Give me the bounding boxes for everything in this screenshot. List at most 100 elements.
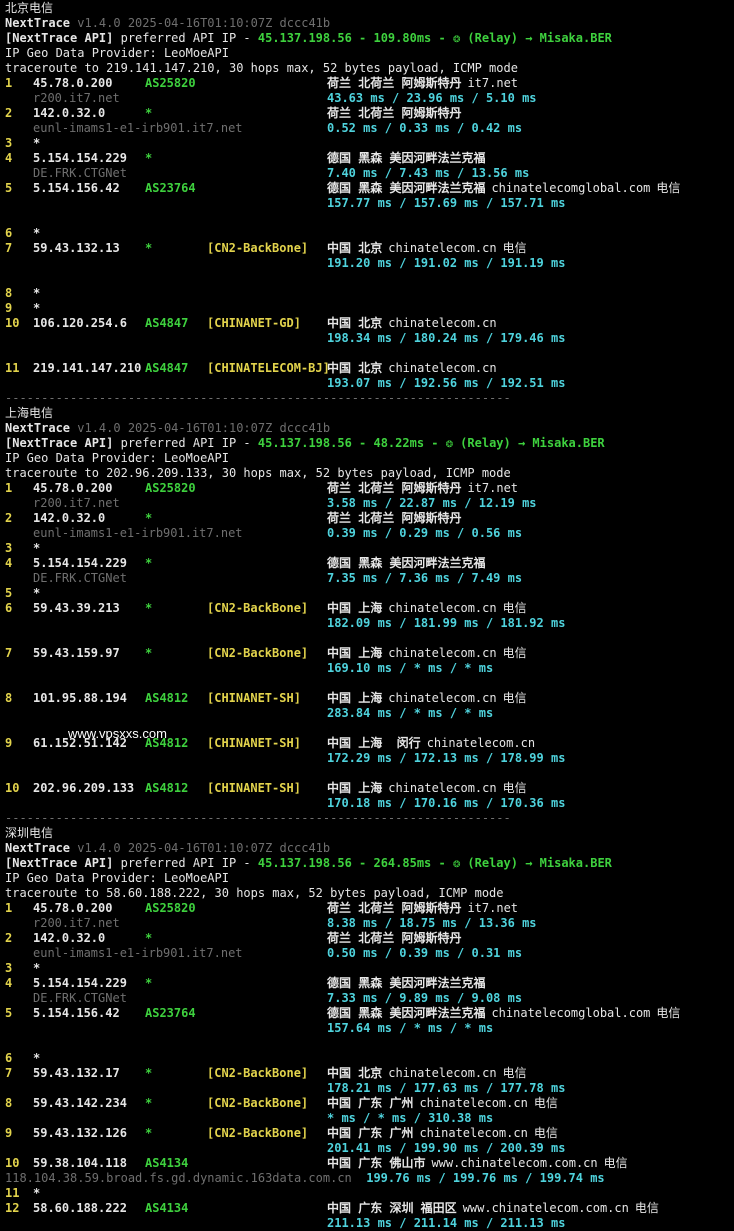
hop-asn: AS4847 (145, 361, 189, 375)
hop-geo: 荷兰 北荷兰 阿姆斯特丹 (327, 901, 462, 915)
hop-detail-row: 178.21 ms / 177.63 ms / 177.78 ms (5, 1081, 734, 1096)
hop-timeout: * (33, 1186, 41, 1200)
hop-carrier: 电信 (656, 181, 681, 195)
version-line: NextTrace v1.4.0 2025-04-16T01:10:07Z dc… (5, 841, 734, 856)
hop-tag: [CN2-BackBone] (207, 646, 309, 660)
hop-domain: chinatelecomglobal.com (491, 181, 651, 195)
hop-latency: 7.40 ms / 7.43 ms / 13.56 ms (327, 166, 530, 180)
hop-number: 3 (5, 541, 13, 555)
hop-latency: 201.41 ms / 199.90 ms / 200.39 ms (327, 1141, 566, 1155)
version-line: NextTrace v1.4.0 2025-04-16T01:10:07Z dc… (5, 421, 734, 436)
traceroute-line: traceroute to 219.141.147.210, 30 hops m… (5, 61, 734, 76)
hop-latency: 199.76 ms / 199.76 ms / 199.74 ms (366, 1171, 605, 1185)
hop-row: 12 58.60.188.222 AS4134 中国 广东 深圳 福田区 www.ch… (5, 1201, 734, 1216)
hop-tag: [CHINANET-SH] (207, 736, 301, 750)
hop-latency: 8.38 ms / 18.75 ms / 13.36 ms (327, 916, 537, 930)
hop-number: 8 (5, 286, 13, 300)
hop-number: 8 (5, 691, 13, 705)
hop-rdns: 118.104.38.59.broad.fs.gd.dynamic.163dat… (5, 1171, 367, 1185)
hop-timeout: * (33, 226, 41, 240)
hop-rdns: r200.it7.net (33, 916, 120, 930)
hop-number: 9 (5, 301, 13, 315)
hop-tag: [CN2-BackBone] (207, 1096, 309, 1110)
relay-text: ❂ (Relay) → Misaka.BER (452, 31, 612, 45)
section-title: 上海电信 (5, 406, 734, 421)
hop-latency: 283.84 ms / * ms / * ms (327, 706, 494, 720)
api-label: [NextTrace API] (5, 436, 114, 450)
hop-rdns: r200.it7.net (33, 91, 120, 105)
hop-number: 2 (5, 511, 13, 525)
hop-carrier: 电信 (533, 1126, 558, 1140)
hop-detail-row: eunl-imams1-e1-irb901.it7.net 0.50 ms / 0… (5, 946, 734, 961)
hop-latency: 43.63 ms / 23.96 ms / 5.10 ms (327, 91, 537, 105)
hop-carrier: 电信 (502, 691, 527, 705)
hop-domain: it7.net (467, 76, 519, 90)
hop-tag: [CHINANET-SH] (207, 691, 301, 705)
hop-latency: 7.35 ms / 7.36 ms / 7.49 ms (327, 571, 523, 585)
hop-row: 3 * (5, 136, 734, 151)
app-name: NextTrace (5, 421, 71, 435)
hop-row: 4 5.154.154.229 * 德国 黑森 美因河畔法兰克福 (5, 976, 734, 991)
hop-carrier: 电信 (533, 1096, 558, 1110)
hop-number: 1 (5, 481, 13, 495)
hop-domain: chinatelecom.cn (388, 646, 497, 660)
hop-number: 9 (5, 1126, 13, 1140)
hop-number: 11 (5, 361, 20, 375)
hop-row: 7 59.43.159.97 * [CN2-BackBone] 中国 上海 chinat… (5, 646, 734, 661)
hop-asn: AS4134 (145, 1201, 189, 1215)
hop-ip: 219.141.147.210 (33, 361, 142, 375)
hop-row: 1 45.78.0.200 AS25820 荷兰 北荷兰 阿姆斯特丹 it7.net (5, 481, 734, 496)
hop-ip: 45.78.0.200 (33, 481, 113, 495)
hop-latency: 157.77 ms / 157.69 ms / 157.71 ms (327, 196, 566, 210)
hop-detail-row: eunl-imams1-e1-irb901.it7.net 0.39 ms / 0… (5, 526, 734, 541)
hop-ip: 5.154.154.229 (33, 976, 127, 990)
hop-detail-row: 157.64 ms / * ms / * ms (5, 1021, 734, 1036)
hop-ip: 59.43.132.126 (33, 1126, 127, 1140)
hop-ip: 202.96.209.133 (33, 781, 135, 795)
hop-asn: AS4847 (145, 316, 189, 330)
hop-latency: 178.21 ms / 177.63 ms / 177.78 ms (327, 1081, 566, 1095)
hop-row: 8 59.43.142.234 * [CN2-BackBone] 中国 广东 广州 ch… (5, 1096, 734, 1111)
separator-line: ----------------------------------------… (5, 391, 734, 406)
hop-ip: 45.78.0.200 (33, 76, 113, 90)
hop-ip: 5.154.156.42 (33, 1006, 120, 1020)
hop-detail-row: r200.it7.net 3.58 ms / 22.87 ms / 12.19 m… (5, 496, 734, 511)
hop-row: 8 * (5, 286, 734, 301)
geo-provider-line: IP Geo Data Provider: LeoMoeAPI (5, 871, 734, 886)
app-name: NextTrace (5, 841, 71, 855)
hop-asn: AS25820 (145, 481, 196, 495)
hop-number: 12 (5, 1201, 20, 1215)
hop-asn: * (145, 976, 153, 990)
hop-domain: chinatelecom.cn (419, 1126, 528, 1140)
hop-tag: [CHINATELECOM-BJ] (207, 361, 330, 375)
hop-carrier: 电信 (603, 1156, 628, 1170)
hop-detail-row: 169.10 ms / * ms / * ms (5, 661, 734, 676)
hop-detail-row: 170.18 ms / 170.16 ms / 170.36 ms (5, 796, 734, 811)
hop-asn: * (145, 151, 153, 165)
hop-row: 3 * (5, 541, 734, 556)
hop-geo: 德国 黑森 美因河畔法兰克福 (327, 151, 486, 165)
hop-number: 6 (5, 226, 13, 240)
hop-geo: 中国 上海 (327, 781, 383, 795)
api-label: [NextTrace API] (5, 856, 114, 870)
hop-asn: * (145, 601, 153, 615)
api-ms: - 48.22ms - (351, 436, 446, 450)
hop-geo: 荷兰 北荷兰 阿姆斯特丹 (327, 931, 462, 945)
hop-row: 2 142.0.32.0 * 荷兰 北荷兰 阿姆斯特丹 (5, 106, 734, 121)
hop-number: 3 (5, 961, 13, 975)
traceroute-text: traceroute to 58.60.188.222, 30 hops max… (5, 886, 504, 900)
hop-latency: 170.18 ms / 170.16 ms / 170.36 ms (327, 796, 566, 810)
hop-ip: 59.43.142.234 (33, 1096, 127, 1110)
hop-rdns: eunl-imams1-e1-irb901.it7.net (33, 121, 243, 135)
hop-geo: 中国 广东 深圳 福田区 (327, 1201, 457, 1215)
hop-domain: chinatelecom.cn (388, 691, 497, 705)
hop-latency: 7.33 ms / 9.89 ms / 9.08 ms (327, 991, 523, 1005)
hop-row: 6 59.43.39.213 * [CN2-BackBone] 中国 上海 chinat… (5, 601, 734, 616)
hop-latency: 211.13 ms / 211.14 ms / 211.13 ms (327, 1216, 566, 1230)
hop-domain: chinatelecom.cn (388, 361, 497, 375)
hop-tag: [CN2-BackBone] (207, 1066, 309, 1080)
hop-geo: 德国 黑森 美因河畔法兰克福 (327, 181, 486, 195)
hop-ip: 59.43.132.17 (33, 1066, 120, 1080)
